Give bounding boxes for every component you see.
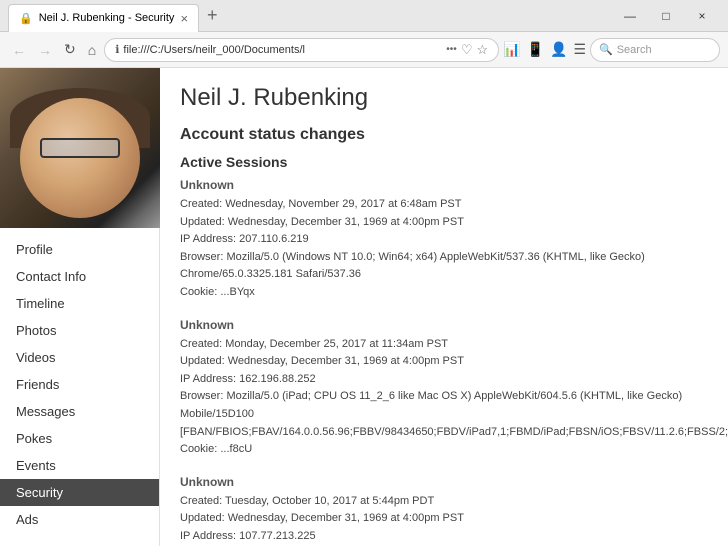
sidebar-item-contact-info[interactable]: Contact Info xyxy=(0,263,159,290)
session-2-cookie: Cookie: ...f8cU xyxy=(180,441,708,459)
session-1-created: Created: Wednesday, November 29, 2017 at… xyxy=(180,196,708,214)
session-1-details: Created: Wednesday, November 29, 2017 at… xyxy=(180,196,708,302)
session-2-details: Created: Monday, December 25, 2017 at 11… xyxy=(180,336,708,459)
avatar-face xyxy=(20,98,140,218)
search-icon: 🔍 xyxy=(599,43,613,56)
sidebar: Profile Contact Info Timeline Photos Vid… xyxy=(0,68,160,546)
home-button[interactable]: ⌂ xyxy=(84,40,100,60)
session-1-label: Unknown xyxy=(180,178,708,192)
session-1-cookie: Cookie: ...BYqx xyxy=(180,284,708,302)
address-bar[interactable]: ℹ file:///C:/Users/neilr_000/Documents/l… xyxy=(104,38,499,62)
toolbar-menu-icon[interactable]: ☰ xyxy=(573,41,586,58)
address-text: file:///C:/Users/neilr_000/Documents/l xyxy=(123,44,442,56)
session-1-browser: Browser: Mozilla/5.0 (Windows NT 10.0; W… xyxy=(180,249,708,284)
sidebar-item-videos[interactable]: Videos xyxy=(0,344,159,371)
bookmark-icon: ♡ xyxy=(461,42,473,58)
session-3-updated: Updated: Wednesday, December 31, 1969 at… xyxy=(180,510,708,528)
refresh-button[interactable]: ↻ xyxy=(60,39,80,60)
tab-icon: 🔒 xyxy=(19,12,33,25)
window-controls: — □ × xyxy=(612,2,720,30)
profile-image xyxy=(0,68,160,228)
session-2-ip: IP Address: 162.196.88.252 xyxy=(180,371,708,389)
forward-button[interactable]: → xyxy=(34,40,56,60)
session-1-ip: IP Address: 207.110.6.219 xyxy=(180,231,708,249)
sidebar-nav: Profile Contact Info Timeline Photos Vid… xyxy=(0,228,159,541)
session-1-updated: Updated: Wednesday, December 31, 1969 at… xyxy=(180,214,708,232)
session-block-1: Unknown Created: Wednesday, November 29,… xyxy=(180,178,708,302)
session-block-2: Unknown Created: Monday, December 25, 20… xyxy=(180,318,708,459)
avatar-glasses xyxy=(40,138,120,158)
browser-tab[interactable]: 🔒 Neil J. Rubenking - Security × xyxy=(8,4,199,32)
sidebar-item-events[interactable]: Events xyxy=(0,452,159,479)
search-bar[interactable]: 🔍 Search xyxy=(590,38,720,62)
sidebar-item-security[interactable]: Security xyxy=(0,479,159,506)
close-button[interactable]: × xyxy=(684,2,720,30)
lock-icon: ℹ xyxy=(115,43,119,56)
address-more-button[interactable]: ••• xyxy=(446,44,457,55)
sidebar-item-profile[interactable]: Profile xyxy=(0,236,159,263)
tab-title: Neil J. Rubenking - Security xyxy=(39,12,175,24)
sidebar-item-ads[interactable]: Ads xyxy=(0,506,159,533)
toolbar-chart-icon: 📊 xyxy=(503,41,520,58)
star-icon: ☆ xyxy=(476,42,488,58)
toolbar-icons: 📊 📱 👤 ☰ xyxy=(503,41,586,58)
session-3-ip: IP Address: 107.77.213.225 xyxy=(180,528,708,546)
sidebar-item-photos[interactable]: Photos xyxy=(0,317,159,344)
new-tab-button[interactable]: + xyxy=(199,5,226,26)
minimize-button[interactable]: — xyxy=(612,2,648,30)
back-button[interactable]: ← xyxy=(8,40,30,60)
toolbar-device-icon: 📱 xyxy=(527,41,544,58)
session-3-details: Created: Tuesday, October 10, 2017 at 5:… xyxy=(180,493,708,546)
maximize-button[interactable]: □ xyxy=(648,2,684,30)
page-layout: Profile Contact Info Timeline Photos Vid… xyxy=(0,68,728,546)
session-3-label: Unknown xyxy=(180,475,708,489)
session-3-created: Created: Tuesday, October 10, 2017 at 5:… xyxy=(180,493,708,511)
browser-toolbar: ← → ↻ ⌂ ℹ file:///C:/Users/neilr_000/Doc… xyxy=(0,32,728,68)
sidebar-item-friends[interactable]: Friends xyxy=(0,371,159,398)
sidebar-item-pokes[interactable]: Pokes xyxy=(0,425,159,452)
user-name: Neil J. Rubenking xyxy=(180,84,708,112)
search-placeholder: Search xyxy=(617,44,652,56)
browser-titlebar: 🔒 Neil J. Rubenking - Security × + — □ × xyxy=(0,0,728,32)
session-2-created: Created: Monday, December 25, 2017 at 11… xyxy=(180,336,708,354)
sidebar-item-timeline[interactable]: Timeline xyxy=(0,290,159,317)
toolbar-person-icon: 👤 xyxy=(550,41,567,58)
account-status-title: Account status changes xyxy=(180,126,708,144)
sidebar-item-messages[interactable]: Messages xyxy=(0,398,159,425)
active-sessions-title: Active Sessions xyxy=(180,154,708,170)
session-2-label: Unknown xyxy=(180,318,708,332)
session-2-updated: Updated: Wednesday, December 31, 1969 at… xyxy=(180,353,708,371)
main-content: Neil J. Rubenking Account status changes… xyxy=(160,68,728,546)
session-2-browser: Browser: Mozilla/5.0 (iPad; CPU OS 11_2_… xyxy=(180,388,708,441)
tab-close-button[interactable]: × xyxy=(180,11,188,26)
session-block-3: Unknown Created: Tuesday, October 10, 20… xyxy=(180,475,708,546)
